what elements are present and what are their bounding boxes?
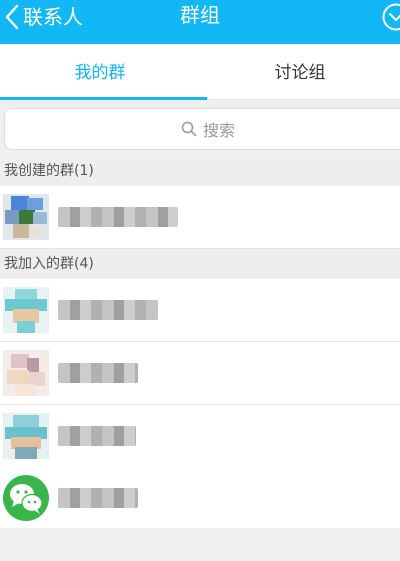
avatar — [3, 194, 49, 240]
tab-discussion-groups[interactable]: 讨论组 — [200, 44, 400, 99]
group-name-redacted — [58, 363, 138, 383]
wechat-bubbles-icon — [10, 484, 43, 514]
tab-my-groups-label: 我的群 — [74, 63, 126, 83]
group-name-redacted — [58, 426, 136, 446]
wechat-icon — [3, 475, 49, 521]
menu-button[interactable] — [380, 1, 400, 33]
section-title-created: 我创建的群(1) — [4, 163, 94, 179]
group-row[interactable] — [0, 342, 400, 405]
section-header-created: 我创建的群(1) — [0, 157, 400, 185]
search-icon — [181, 121, 197, 137]
group-row[interactable] — [0, 405, 400, 468]
section-header-joined: 我加入的群(4) — [0, 250, 400, 278]
back-label: 联系人 — [23, 5, 83, 29]
group-row[interactable] — [0, 467, 400, 530]
top-navigation-bar: 联系人 群组 — [0, 0, 400, 44]
group-name-redacted — [58, 207, 178, 227]
search-area: 搜索 — [0, 100, 400, 156]
tab-discussion-groups-label: 讨论组 — [274, 63, 326, 83]
group-name-redacted — [58, 488, 138, 508]
search-placeholder: 搜索 — [202, 121, 235, 140]
empty-area — [0, 528, 400, 561]
group-row[interactable] — [0, 279, 400, 342]
page-title: 群组 — [180, 3, 220, 27]
group-row[interactable] — [0, 186, 400, 249]
group-name-redacted — [58, 300, 158, 320]
section-title-joined: 我加入的群(4) — [4, 256, 94, 272]
tab-bar: 我的群 讨论组 — [0, 44, 400, 100]
avatar — [3, 287, 49, 333]
avatar — [3, 413, 49, 459]
avatar — [3, 350, 49, 396]
back-button[interactable]: 联系人 — [0, 0, 83, 34]
tab-my-groups[interactable]: 我的群 — [0, 44, 200, 99]
chevron-down-circle-icon — [382, 3, 400, 31]
chevron-left-icon — [5, 4, 19, 30]
search-input[interactable]: 搜索 — [4, 108, 400, 150]
